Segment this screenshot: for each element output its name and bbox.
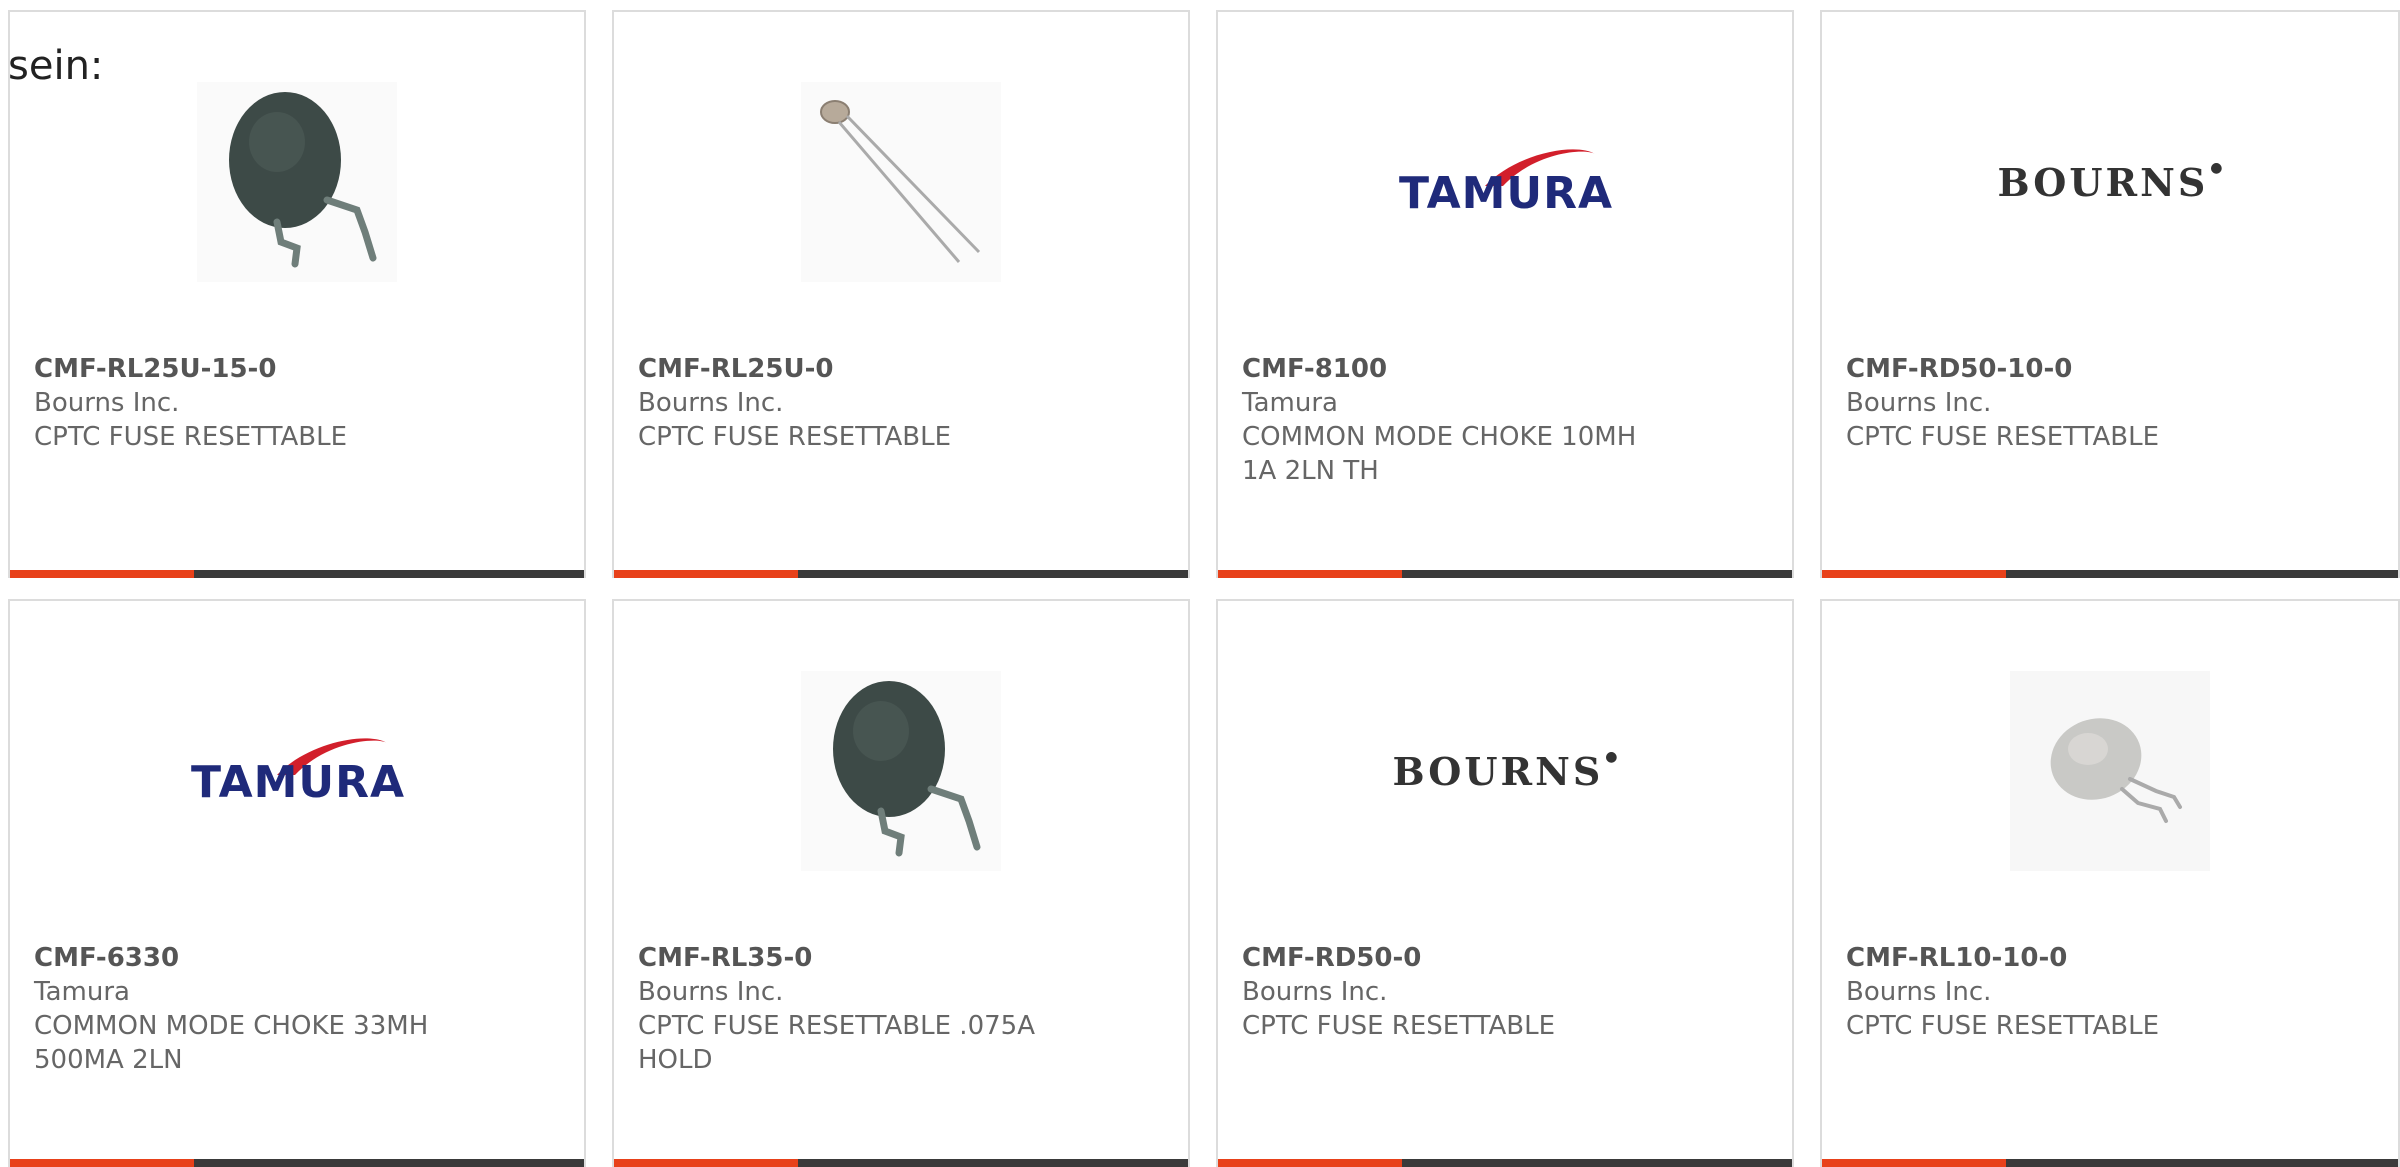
card-accent <box>10 1159 194 1167</box>
card-accent <box>1218 570 1402 578</box>
card-footer-bar <box>1218 1159 1792 1167</box>
product-card[interactable]: CMF-RL25U-15-0 Bourns Inc. CPTC FUSE RES… <box>8 10 586 578</box>
part-number[interactable]: CMF-RL10-10-0 <box>1846 941 2374 975</box>
product-card[interactable]: TAMURA CMF-8100 Tamura COMMON MODE CHOKE… <box>1216 10 1794 578</box>
card-footer-bar <box>614 1159 1188 1167</box>
card-accent <box>1822 1159 2006 1167</box>
manufacturer: Bourns Inc. <box>1846 388 1992 418</box>
manufacturer: Bourns Inc. <box>638 977 784 1007</box>
part-number[interactable]: CMF-RD50-10-0 <box>1846 352 2374 386</box>
product-card[interactable]: TAMURA CMF-6330 Tamura COMMON MODE CHOKE… <box>8 599 586 1167</box>
bourns-logo: BOURNS ● <box>1392 749 1617 794</box>
grey-ptc-thermistor-icon <box>2010 671 2210 871</box>
card-footer-bar <box>1822 570 2398 578</box>
product-image[interactable] <box>1822 601 2398 941</box>
bourns-logo: BOURNS ● <box>1997 160 2222 205</box>
dark-green-ptc-thermistor-icon <box>197 82 397 282</box>
part-number[interactable]: CMF-RL25U-0 <box>638 352 1164 386</box>
bourns-logo-text: BOURNS <box>1392 748 1604 794</box>
card-footer-bar <box>614 570 1188 578</box>
card-accent <box>614 570 798 578</box>
product-image[interactable]: BOURNS ● <box>1822 12 2398 352</box>
card-accent <box>1822 570 2006 578</box>
description: COMMON MODE CHOKE 10MH 1A 2LN TH <box>1242 422 1637 486</box>
description: CPTC FUSE RESETTABLE <box>1846 422 2160 452</box>
bourns-logo-text: BOURNS <box>1997 159 2209 205</box>
manufacturer: Bourns Inc. <box>1846 977 1992 1007</box>
product-grid: CMF-RL25U-15-0 Bourns Inc. CPTC FUSE RES… <box>0 0 2400 1167</box>
product-image[interactable] <box>614 12 1188 352</box>
product-card[interactable]: CMF-RL25U-0 Bourns Inc. CPTC FUSE RESETT… <box>612 10 1190 578</box>
tamura-logo-text: TAMURA <box>1399 168 1614 219</box>
product-image[interactable]: BOURNS ● <box>1218 601 1792 941</box>
tamura-logo: TAMURA <box>1395 142 1615 222</box>
description: CPTC FUSE RESETTABLE <box>1846 1011 2160 1041</box>
card-accent <box>614 1159 798 1167</box>
manufacturer: Tamura <box>34 977 130 1007</box>
part-number[interactable]: CMF-RL35-0 <box>638 941 1164 975</box>
product-image[interactable] <box>614 601 1188 941</box>
registered-mark-icon: ● <box>2210 159 2223 176</box>
product-image[interactable]: TAMURA <box>10 601 584 941</box>
manufacturer: Bourns Inc. <box>34 388 180 418</box>
description: CPTC FUSE RESETTABLE <box>34 422 348 452</box>
small-ptc-thermistor-icon <box>801 82 1001 282</box>
description: CPTC FUSE RESETTABLE <box>638 422 952 452</box>
card-footer-bar <box>1218 570 1792 578</box>
card-footer-bar <box>1822 1159 2398 1167</box>
intro-text: sein: <box>8 43 104 89</box>
part-number[interactable]: CMF-RD50-0 <box>1242 941 1768 975</box>
tamura-logo-text: TAMURA <box>191 757 406 808</box>
description: CPTC FUSE RESETTABLE <box>1242 1011 1556 1041</box>
dark-green-ptc-thermistor-icon <box>801 671 1001 871</box>
manufacturer: Bourns Inc. <box>638 388 784 418</box>
product-card[interactable]: CMF-RL35-0 Bourns Inc. CPTC FUSE RESETTA… <box>612 599 1190 1167</box>
description: CPTC FUSE RESETTABLE .075A HOLD <box>638 1011 1035 1075</box>
description: COMMON MODE CHOKE 33MH 500MA 2LN <box>34 1011 429 1075</box>
product-image[interactable]: TAMURA <box>1218 12 1792 352</box>
card-accent <box>1218 1159 1402 1167</box>
product-card[interactable]: CMF-RL10-10-0 Bourns Inc. CPTC FUSE RESE… <box>1820 599 2400 1167</box>
manufacturer: Bourns Inc. <box>1242 977 1388 1007</box>
manufacturer: Tamura <box>1242 388 1338 418</box>
product-card[interactable]: BOURNS ● CMF-RD50-10-0 Bourns Inc. CPTC … <box>1820 10 2400 578</box>
tamura-logo: TAMURA <box>187 731 407 811</box>
part-number[interactable]: CMF-RL25U-15-0 <box>34 352 560 386</box>
product-card[interactable]: BOURNS ● CMF-RD50-0 Bourns Inc. CPTC FUS… <box>1216 599 1794 1167</box>
card-footer-bar <box>10 1159 584 1167</box>
part-number[interactable]: CMF-8100 <box>1242 352 1768 386</box>
card-footer-bar <box>10 570 584 578</box>
registered-mark-icon: ● <box>1605 748 1618 765</box>
card-accent <box>10 570 194 578</box>
part-number[interactable]: CMF-6330 <box>34 941 560 975</box>
